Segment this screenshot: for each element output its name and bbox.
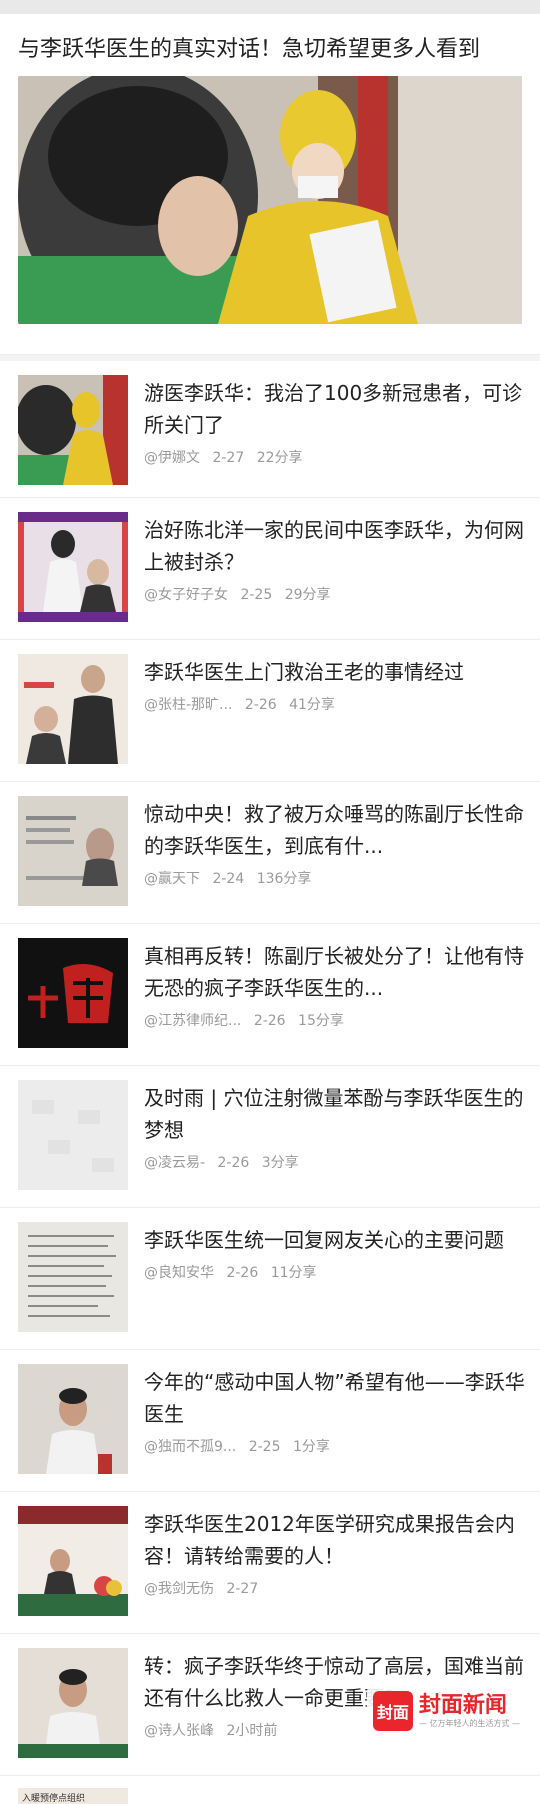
- list-item[interactable]: 惊动中央！救了被万众唾骂的陈副厅长性命的李跃华医生，到底有什... @赢天下 2…: [0, 781, 540, 923]
- thumbnail: [18, 1364, 128, 1474]
- list-item[interactable]: 及时雨 | 穴位注射微量苯酚与李跃华医生的梦想 @凌云易- 2-26 3分享: [0, 1065, 540, 1207]
- item-title[interactable]: 今年的“感动中国人物”希望有他——李跃华医生: [144, 1366, 526, 1430]
- item-shares: 22分享: [256, 450, 303, 466]
- thumbnail: 入暖预停点组织: [18, 1788, 128, 1804]
- item-source: @良知安华: [144, 1265, 214, 1281]
- item-shares: 15分享: [298, 1013, 344, 1029]
- item-source: @我剑无伤: [144, 1581, 214, 1597]
- item-source: @凌云易-: [144, 1155, 206, 1171]
- item-date: 2-25: [248, 1439, 281, 1455]
- item-title[interactable]: 李跃华医生上门救治王老的事情经过: [144, 656, 526, 688]
- item-shares: 41分享: [289, 697, 335, 713]
- item-shares: 29分享: [284, 587, 331, 603]
- thumbnail: [18, 1648, 128, 1758]
- item-date: 2-26: [226, 1265, 259, 1281]
- thumbnail: [18, 938, 128, 1048]
- item-meta: @我剑无伤 2-27: [144, 1578, 526, 1598]
- item-shares: 1分享: [292, 1439, 330, 1455]
- thumbnail: [18, 512, 128, 622]
- item-date: 2小时前: [226, 1723, 278, 1739]
- item-meta: @凌云易- 2-26 3分享: [144, 1152, 526, 1172]
- brand-name: 封面新闻: [418, 1693, 507, 1718]
- item-shares: 136分享: [256, 871, 312, 887]
- item-source: @张柱-那旷...: [144, 697, 233, 713]
- item-shares: 3分享: [261, 1155, 299, 1171]
- item-date: 2-27: [226, 1581, 259, 1597]
- brand-slogan: — 亿万年轻人的生活方式 —: [418, 1719, 520, 1728]
- item-date: 2-26: [253, 1013, 286, 1029]
- brand-watermark: 封面 封面新闻 — 亿万年轻人的生活方式 —: [366, 1687, 526, 1735]
- item-source: @江苏律师纪...: [144, 1013, 242, 1029]
- thumbnail: [18, 375, 128, 485]
- item-title[interactable]: 惊动中央！救了被万众唾骂的陈副厅长性命的李跃华医生，到底有什...: [144, 798, 526, 862]
- list-item[interactable]: 李跃华医生2012年医学研究成果报告会内容！请转给需要的人！ @我剑无伤 2-2…: [0, 1491, 540, 1633]
- list-item[interactable]: 李跃华医生统一回复网友关心的主要问题 @良知安华 2-26 11分享: [0, 1207, 540, 1349]
- item-date: 2-25: [240, 587, 273, 603]
- thumbnail-caption: 入暖预停点组织: [22, 1794, 86, 1804]
- item-meta: @伊娜文 2-27 22分享: [144, 447, 526, 467]
- item-date: 2-24: [212, 871, 245, 887]
- item-date: 2-26: [244, 697, 277, 713]
- item-meta: @女子好子女 2-25 29分享: [144, 584, 526, 604]
- top-strip: [0, 0, 540, 14]
- item-title[interactable]: 及时雨 | 穴位注射微量苯酚与李跃华医生的梦想: [144, 1082, 526, 1146]
- item-meta: @张柱-那旷... 2-26 41分享: [144, 694, 526, 714]
- item-source: @诗人张峰: [144, 1723, 214, 1739]
- thumbnail: [18, 1222, 128, 1332]
- list-item[interactable]: 李跃华医生上门救治王老的事情经过 @张柱-那旷... 2-26 41分享: [0, 639, 540, 781]
- thumbnail: [18, 1080, 128, 1190]
- brand-logo-icon: 封面: [372, 1691, 413, 1731]
- item-date: 2-26: [217, 1155, 250, 1171]
- item-meta: @赢天下 2-24 136分享: [144, 868, 526, 888]
- article-list: 游医李跃华：我治了100多新冠患者，可诊所关门了 @伊娜文 2-27 22分享: [0, 355, 540, 1804]
- item-date: 2-27: [212, 450, 245, 466]
- featured-photo-illustration: [18, 76, 522, 324]
- item-title[interactable]: 李跃华医生2012年医学研究成果报告会内容！请转给需要的人！: [144, 1508, 526, 1572]
- item-meta: @良知安华 2-26 11分享: [144, 1262, 526, 1282]
- featured-image[interactable]: [18, 76, 522, 324]
- item-source: @赢天下: [144, 871, 200, 887]
- item-title[interactable]: 游医李跃华：我治了100多新冠患者，可诊所关门了: [144, 377, 526, 441]
- list-item[interactable]: 转：疯子李跃华终于惊动了高层，国难当前还有什么比救人一命更重要？ @诗人张峰 2…: [0, 1633, 540, 1775]
- featured-title[interactable]: 与李跃华医生的真实对话！急切希望更多人看到: [18, 34, 522, 66]
- item-shares: 11分享: [270, 1265, 317, 1281]
- item-title[interactable]: 真相再反转！陈副厅长被处分了！让他有恃无恐的疯子李跃华医生的...: [144, 940, 526, 1004]
- list-item[interactable]: 游医李跃华：我治了100多新冠患者，可诊所关门了 @伊娜文 2-27 22分享: [0, 355, 540, 497]
- list-item[interactable]: 真相再反转！陈副厅长被处分了！让他有恃无恐的疯子李跃华医生的... @江苏律师纪…: [0, 923, 540, 1065]
- featured-article[interactable]: 与李跃华医生的真实对话！急切希望更多人看到: [0, 14, 540, 355]
- item-title[interactable]: 李跃华医生统一回复网友关心的主要问题: [144, 1224, 526, 1256]
- item-source: @伊娜文: [144, 450, 200, 466]
- thumbnail: [18, 1506, 128, 1616]
- item-source: @女子好子女: [144, 587, 228, 603]
- list-item-partial[interactable]: 入暖预停点组织: [0, 1775, 540, 1804]
- thumbnail: [18, 654, 128, 764]
- item-title[interactable]: 治好陈北洋一家的民间中医李跃华，为何网上被封杀？: [144, 514, 526, 578]
- list-item[interactable]: 今年的“感动中国人物”希望有他——李跃华医生 @独而不孤9... 2-25 1分…: [0, 1349, 540, 1491]
- item-meta: @江苏律师纪... 2-26 15分享: [144, 1010, 526, 1030]
- item-source: @独而不孤9...: [144, 1439, 237, 1455]
- thumbnail: [18, 796, 128, 906]
- list-item[interactable]: 治好陈北洋一家的民间中医李跃华，为何网上被封杀？ @女子好子女 2-25 29分…: [0, 497, 540, 639]
- item-meta: @独而不孤9... 2-25 1分享: [144, 1436, 526, 1456]
